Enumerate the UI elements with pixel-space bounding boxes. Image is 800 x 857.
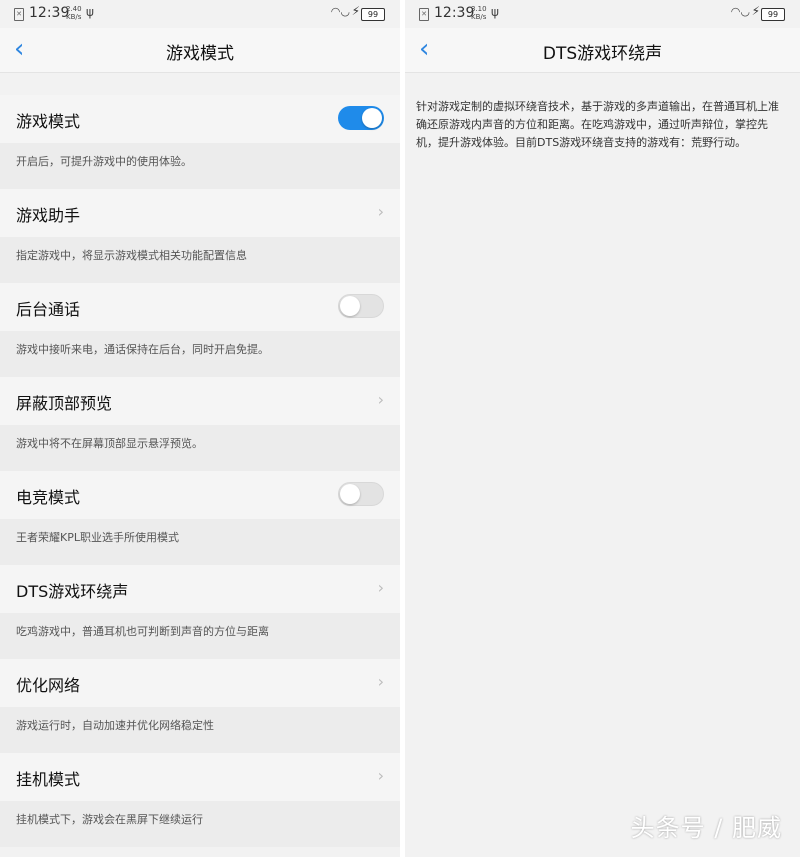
setting-label: 游戏助手 xyxy=(16,206,81,225)
setting-description: 吃鸡游戏中，普通耳机也可判断到声音的方位与距离 xyxy=(0,613,400,659)
setting-description-text: 王者荣耀KPL职业选手所使用模式 xyxy=(16,531,179,544)
network-speed-unit: KB/s xyxy=(471,13,487,21)
page-title: 游戏模式 xyxy=(166,44,234,64)
usb-icon: ψ xyxy=(491,5,499,19)
status-time: 12:39 xyxy=(29,5,70,21)
watermark: 头条号 / 肥威 xyxy=(630,814,782,842)
setting-label: 优化网络 xyxy=(16,676,81,695)
setting-description-text: 游戏中接听来电，通话保持在后台，同时开启免提。 xyxy=(16,343,269,356)
status-bar: ✕ 12:39 3.10 KB/s ψ ◠◡ ⚡ 99 xyxy=(405,0,800,28)
setting-description-text: 挂机模式下，游戏会在黑屏下继续运行 xyxy=(16,813,203,826)
sim-icon: ✕ xyxy=(14,8,24,21)
game-mode-screen: ✕ 12:39 2.40 KB/s ψ ◠◡ ⚡ 99 ‹ 游戏模式 游戏模式 … xyxy=(0,0,400,857)
battery-icon: 99 xyxy=(761,8,785,21)
setting-game-assistant[interactable]: 游戏助手 › xyxy=(0,189,400,237)
esports-mode-toggle[interactable] xyxy=(338,482,384,506)
setting-label: DTS游戏环绕声 xyxy=(16,582,129,601)
wifi-icon: ◠◡ xyxy=(330,5,350,18)
network-speed-value: 2.40 xyxy=(66,5,82,13)
setting-game-mode[interactable]: 游戏模式 xyxy=(0,95,400,143)
setting-description: 开启后，可提升游戏中的使用体验。 xyxy=(0,143,400,189)
setting-label: 电竞模式 xyxy=(16,488,81,507)
wifi-icon: ◠◡ xyxy=(730,5,750,18)
nav-bar: ‹ 游戏模式 xyxy=(0,28,400,73)
setting-description-text: 游戏运行时，自动加速并优化网络稳定性 xyxy=(16,719,214,732)
bolt-icon: ⚡ xyxy=(751,4,760,18)
chevron-right-icon: › xyxy=(377,202,384,221)
setting-background-call[interactable]: 后台通话 xyxy=(0,283,400,331)
chevron-right-icon: › xyxy=(377,578,384,597)
setting-esports-mode[interactable]: 电竞模式 xyxy=(0,471,400,519)
setting-afk-mode[interactable]: 挂机模式 › xyxy=(0,753,400,801)
toggle-knob xyxy=(362,108,382,128)
nav-bar: ‹ DTS游戏环绕声 xyxy=(405,28,800,73)
setting-description: 挂机模式下，游戏会在黑屏下继续运行 xyxy=(0,801,400,847)
network-speed-unit: KB/s xyxy=(66,13,82,21)
setting-description: 游戏中将不在屏幕顶部显示悬浮预览。 xyxy=(0,425,400,471)
bolt-icon: ⚡ xyxy=(351,4,360,18)
dts-surround-screen: ✕ 12:39 3.10 KB/s ψ ◠◡ ⚡ 99 ‹ DTS游戏环绕声 针… xyxy=(405,0,800,857)
setting-description-text: 吃鸡游戏中，普通耳机也可判断到声音的方位与距离 xyxy=(16,625,269,638)
setting-description: 指定游戏中，将显示游戏模式相关功能配置信息 xyxy=(0,237,400,283)
sim-icon: ✕ xyxy=(419,8,429,21)
setting-label: 游戏模式 xyxy=(16,112,81,131)
setting-description-text: 游戏中将不在屏幕顶部显示悬浮预览。 xyxy=(16,437,203,450)
setting-block-top-preview[interactable]: 屏蔽顶部预览 › xyxy=(0,377,400,425)
setting-label: 后台通话 xyxy=(16,300,81,319)
setting-description-text: 指定游戏中，将显示游戏模式相关功能配置信息 xyxy=(16,249,247,262)
settings-list: 游戏模式 开启后，可提升游戏中的使用体验。 游戏助手 › 指定游戏中，将显示游戏… xyxy=(0,73,400,847)
dts-description: 针对游戏定制的虚拟环绕音技术，基于游戏的多声道输出，在普通耳机上准确还原游戏内声… xyxy=(416,100,779,149)
toggle-knob xyxy=(340,296,360,316)
chevron-right-icon: › xyxy=(377,672,384,691)
network-speed: 2.40 KB/s xyxy=(66,5,82,21)
usb-icon: ψ xyxy=(86,5,94,19)
setting-label: 挂机模式 xyxy=(16,770,81,789)
chevron-right-icon: › xyxy=(377,390,384,409)
setting-description: 王者荣耀KPL职业选手所使用模式 xyxy=(0,519,400,565)
game-mode-toggle[interactable] xyxy=(338,106,384,130)
network-speed-value: 3.10 xyxy=(471,5,487,13)
setting-description-text: 开启后，可提升游戏中的使用体验。 xyxy=(16,155,192,168)
status-bar: ✕ 12:39 2.40 KB/s ψ ◠◡ ⚡ 99 xyxy=(0,0,400,28)
setting-dts-surround[interactable]: DTS游戏环绕声 › xyxy=(0,565,400,613)
setting-description: 游戏运行时，自动加速并优化网络稳定性 xyxy=(0,707,400,753)
background-call-toggle[interactable] xyxy=(338,294,384,318)
setting-optimize-network[interactable]: 优化网络 › xyxy=(0,659,400,707)
network-speed: 3.10 KB/s xyxy=(471,5,487,21)
page-title: DTS游戏环绕声 xyxy=(542,44,663,64)
setting-label: 屏蔽顶部预览 xyxy=(16,394,113,413)
toggle-knob xyxy=(340,484,360,504)
chevron-right-icon: › xyxy=(377,766,384,785)
setting-description: 游戏中接听来电，通话保持在后台，同时开启免提。 xyxy=(0,331,400,377)
status-time: 12:39 xyxy=(434,5,475,21)
battery-icon: 99 xyxy=(361,8,385,21)
